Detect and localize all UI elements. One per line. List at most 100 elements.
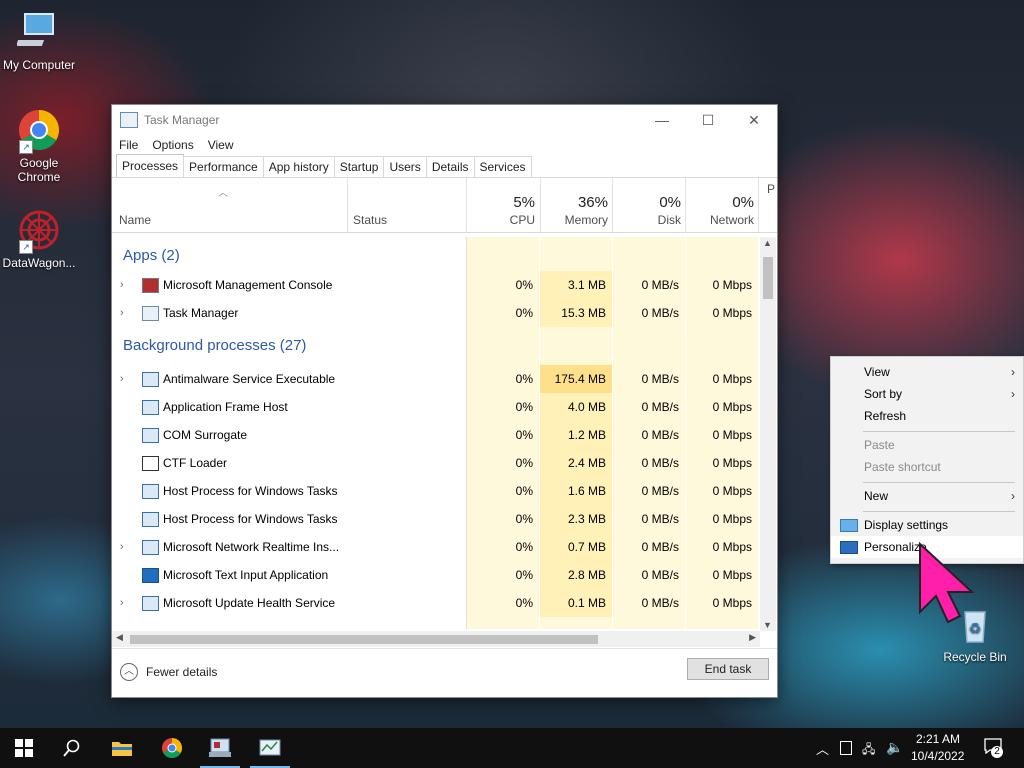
tray-app-icon[interactable] [840, 741, 852, 755]
disk-total: 0% [659, 194, 681, 211]
search-button[interactable] [48, 728, 96, 768]
memory-value: 2.4 MB [540, 449, 612, 477]
desktop-icon-datawagon[interactable]: ↗ DataWagon... [0, 208, 78, 270]
menu-view[interactable]: View [208, 138, 234, 152]
menu-item-sort-by[interactable]: Sort by › [831, 383, 1023, 405]
table-row[interactable]: Microsoft Text Input Application 0% 2.8 … [112, 561, 760, 589]
chrome-taskbar-button[interactable] [148, 728, 196, 768]
table-row[interactable]: › Antimalware Service Executable 0% 175.… [112, 365, 760, 393]
task-manager-icon [142, 306, 159, 321]
menu-options[interactable]: Options [152, 138, 193, 152]
chevron-right-icon[interactable]: › [120, 299, 124, 327]
column-name[interactable]: Name [119, 213, 151, 227]
mmc-taskbar-button[interactable] [196, 728, 244, 768]
menu-file[interactable]: File [119, 138, 138, 152]
minimize-button[interactable]: — [639, 105, 685, 135]
chevron-right-icon[interactable]: › [120, 589, 124, 617]
task-manager-icon [259, 739, 281, 756]
scroll-left-icon[interactable]: ◀ [116, 632, 123, 643]
table-row[interactable]: Host Process for Windows Tasks 0% 2.3 MB… [112, 505, 760, 533]
scroll-right-icon[interactable]: ▶ [749, 632, 756, 643]
scroll-down-icon[interactable]: ▼ [763, 620, 772, 630]
chevron-right-icon[interactable]: › [120, 533, 124, 561]
tab-services[interactable]: Services [473, 156, 532, 177]
disk-value: 0 MB/s [641, 568, 679, 582]
window-app-icon [142, 428, 159, 443]
tab-startup[interactable]: Startup [333, 156, 385, 177]
chevron-right-icon: › [1011, 489, 1015, 503]
tab-app-history[interactable]: App history [262, 156, 335, 177]
title-bar[interactable]: Task Manager — ☐ ✕ [112, 105, 777, 135]
memory-value: 2.8 MB [540, 561, 612, 589]
menu-item-label: Sort by [864, 387, 903, 401]
process-name: Microsoft Management Console [163, 278, 333, 292]
table-row[interactable]: Application Frame Host 0% 4.0 MB 0 MB/s … [112, 393, 760, 421]
task-manager-icon [120, 112, 138, 128]
chevron-right-icon[interactable]: › [120, 365, 124, 393]
search-icon [63, 739, 80, 757]
show-hidden-icons-chevron-icon[interactable]: ︿ [816, 739, 829, 758]
cpu-value: 0% [515, 456, 533, 470]
column-network[interactable]: Network [710, 213, 754, 227]
desktop-icon-google-chrome[interactable]: ↗ Google Chrome [0, 108, 78, 184]
table-row[interactable]: CTF Loader 0% 2.4 MB 0 MB/s 0 Mbps [112, 449, 760, 477]
clock-date[interactable]: 10/4/2022 [911, 749, 964, 763]
close-button[interactable]: ✕ [731, 105, 777, 135]
table-row[interactable]: › Task Manager 0% 15.3 MB 0 MB/s 0 Mbps [112, 299, 760, 327]
group-title: Background processes (27) [123, 337, 307, 354]
menu-item-view[interactable]: View › [831, 361, 1023, 383]
scrollbar-thumb[interactable] [130, 635, 598, 644]
network-icon[interactable]: 🖧 [862, 740, 875, 761]
clock-time[interactable]: 2:21 AM [916, 732, 960, 746]
tab-users[interactable]: Users [383, 156, 427, 177]
column-disk[interactable]: Disk [658, 213, 681, 227]
scroll-up-icon[interactable]: ▲ [763, 238, 772, 248]
table-row[interactable]: Host Process for Windows Tasks 0% 1.6 MB… [112, 477, 760, 505]
tab-details[interactable]: Details [425, 156, 475, 177]
maximize-button[interactable]: ☐ [685, 105, 731, 135]
fewer-details-link[interactable]: Fewer details [146, 665, 217, 679]
table-row[interactable]: › Microsoft Management Console 0% 3.1 MB… [112, 271, 760, 299]
column-status[interactable]: Status [353, 213, 387, 227]
window-app-icon [142, 596, 159, 611]
footer-bar: ︿ Fewer details End task [112, 648, 777, 697]
menu-item-display-settings[interactable]: Display settings [831, 514, 1023, 536]
tab-processes[interactable]: Processes [116, 154, 185, 177]
ctf-loader-icon [142, 456, 159, 471]
disk-value: 0 MB/s [641, 372, 679, 386]
horizontal-scrollbar[interactable]: ◀ ▶ [112, 631, 760, 647]
folder-icon [112, 742, 132, 756]
chevron-right-icon[interactable]: › [120, 271, 124, 299]
desktop-icon-label: DataWagon... [2, 256, 76, 270]
network-value: 0 Mbps [712, 306, 752, 320]
volume-icon[interactable]: 🔈 [886, 739, 903, 756]
menu-item-new[interactable]: New › [831, 485, 1023, 507]
process-name: Host Process for Windows Tasks [163, 512, 338, 526]
desktop-icon-label: Google Chrome [17, 156, 61, 184]
chrome-icon [162, 738, 182, 758]
table-row[interactable]: › Microsoft Update Health Service 0% 0.1… [112, 589, 760, 617]
file-explorer-button[interactable] [98, 728, 146, 768]
cpu-value: 0% [515, 372, 533, 386]
column-memory[interactable]: Memory [565, 213, 608, 227]
table-row[interactable]: COM Surrogate 0% 1.2 MB 0 MB/s 0 Mbps [112, 421, 760, 449]
scrollbar-thumb[interactable] [763, 257, 773, 299]
start-button[interactable] [0, 728, 48, 768]
column-power-partial[interactable]: P [767, 182, 775, 196]
group-header-background: Background processes (27) [112, 327, 760, 365]
mouse-cursor-icon [919, 541, 975, 624]
vertical-scrollbar[interactable]: ▲ ▼ [760, 237, 776, 631]
network-value: 0 Mbps [712, 596, 752, 610]
menu-item-label: New [864, 489, 889, 503]
desktop-context-menu: View › Sort by › Refresh Paste Paste sho… [830, 356, 1024, 564]
process-name: Task Manager [163, 306, 239, 320]
menu-item-refresh[interactable]: Refresh [831, 405, 1023, 427]
personalize-icon [840, 541, 858, 554]
chevron-up-circle-icon[interactable]: ︿ [120, 663, 138, 681]
end-task-button[interactable]: End task [687, 658, 769, 680]
task-manager-taskbar-button[interactable] [246, 728, 294, 768]
table-row[interactable]: › Microsoft Network Realtime Ins... 0% 0… [112, 533, 760, 561]
column-cpu[interactable]: CPU [510, 213, 535, 227]
tab-performance[interactable]: Performance [183, 156, 264, 177]
desktop-icon-my-computer[interactable]: My Computer [0, 10, 78, 72]
